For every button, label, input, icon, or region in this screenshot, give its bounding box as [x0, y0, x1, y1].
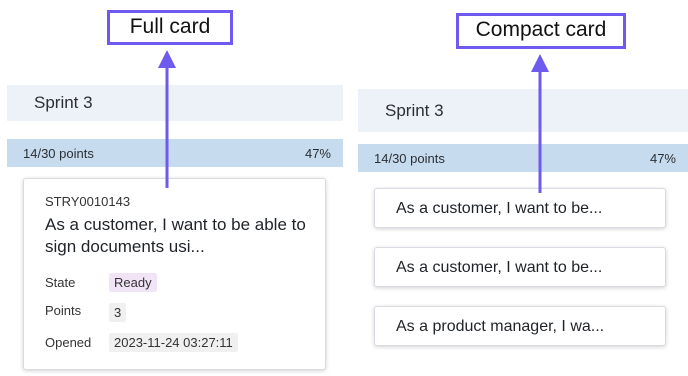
compact-story-card[interactable]: As a customer, I want to be...	[374, 188, 666, 228]
sprint-header-left[interactable]: Sprint 3	[7, 85, 343, 121]
opened-label: Opened	[45, 335, 92, 350]
points-summary: 14/30 points	[23, 146, 94, 161]
annotated-card-comparison: Full card Compact card Sprint 3 14/30 po…	[0, 0, 688, 376]
sprint-header-right[interactable]: Sprint 3	[358, 89, 688, 132]
full-story-card[interactable]: STRY0010143 As a customer, I want to be …	[23, 178, 326, 370]
story-title: As a customer, I want to be able to sign…	[45, 215, 306, 256]
points-bar-left: 14/30 points 47%	[7, 139, 343, 167]
story-number: STRY0010143	[45, 194, 131, 209]
points-summary: 14/30 points	[374, 151, 445, 166]
opened-value: 2023-11-24 03:27:11	[109, 333, 238, 352]
compact-story-card[interactable]: As a product manager, I wa...	[374, 306, 666, 346]
points-percent: 47%	[304, 146, 331, 161]
points-percent: 47%	[649, 151, 676, 166]
points-label: Points	[45, 303, 82, 318]
state-badge: Ready	[109, 273, 157, 292]
compact-story-card[interactable]: As a customer, I want to be...	[374, 247, 666, 287]
state-label: State	[45, 275, 76, 290]
points-value: 3	[109, 303, 127, 322]
compact-card-callout: Compact card	[456, 13, 626, 49]
points-bar-right: 14/30 points 47%	[358, 144, 688, 172]
full-card-callout: Full card	[107, 10, 233, 45]
